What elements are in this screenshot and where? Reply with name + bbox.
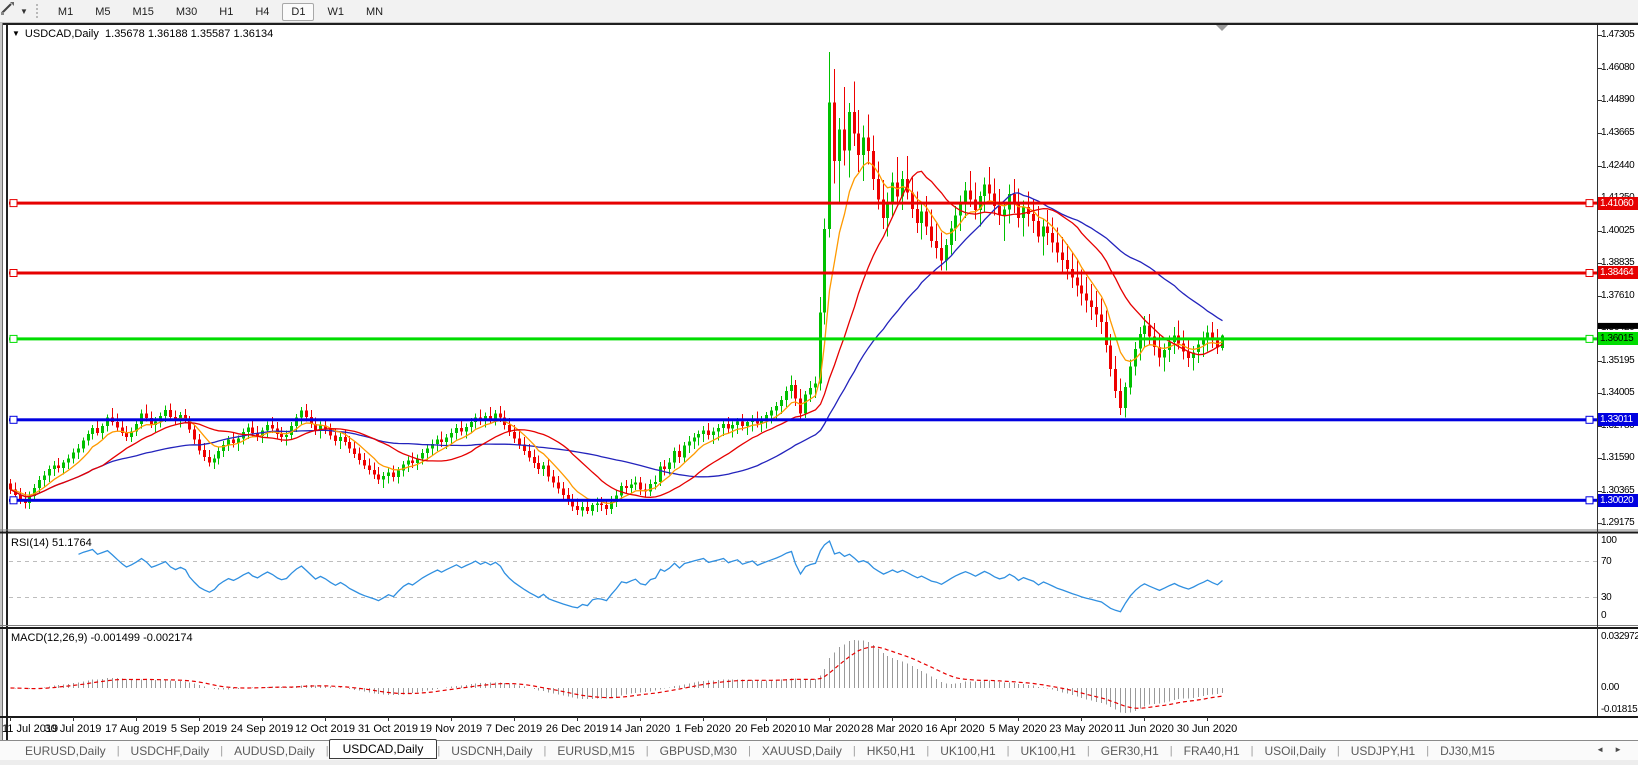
price-tick-label: 1.35195 [1601, 355, 1637, 366]
price-tick-label: 1.47305 [1601, 29, 1637, 40]
chart-tab-usdchf-daily[interactable]: USDCHF,Daily [120, 743, 221, 759]
date-label: 28 Mar 2020 [857, 723, 927, 735]
date-label: 24 Sep 2019 [227, 723, 297, 735]
date-label: 31 Oct 2019 [353, 723, 423, 735]
date-label: 5 May 2020 [983, 723, 1053, 735]
macd-level-label: 0.00 [1601, 682, 1637, 693]
date-label: 19 Nov 2019 [416, 723, 486, 735]
hline-price-label[interactable]: 1.30020 [1598, 494, 1638, 507]
date-label: 20 Feb 2020 [731, 723, 801, 735]
quote-line: ▼ USDCAD,Daily 1.35678 1.36188 1.35587 1.… [12, 28, 273, 40]
price-tick-label: 1.44890 [1601, 94, 1637, 105]
price-tick-label: 1.43665 [1601, 127, 1637, 138]
collapse-caret-icon[interactable]: ▼ [12, 29, 20, 38]
price-tick-label: 1.40025 [1601, 225, 1637, 236]
price-tick-label: 1.46080 [1601, 62, 1637, 73]
chart-canvas[interactable] [0, 0, 1638, 765]
date-label: 5 Sep 2019 [164, 723, 234, 735]
chart-tab-gbpusd-m30[interactable]: GBPUSD,M30 [649, 743, 748, 759]
price-tick-label: 1.31590 [1601, 452, 1637, 463]
date-label: 11 Jun 2020 [1109, 723, 1179, 735]
chart-tab-usdcnh-daily[interactable]: USDCNH,Daily [440, 743, 543, 759]
chart-tab-fra40-h1[interactable]: FRA40,H1 [1173, 743, 1251, 759]
tab-scroll-left-icon[interactable]: ◄ [1596, 745, 1614, 754]
price-tick-label: 1.34005 [1601, 387, 1637, 398]
chart-symbol-title: USDCAD,Daily [25, 28, 99, 40]
hline-price-label[interactable]: 1.33011 [1598, 413, 1638, 426]
tab-scroll-right-icon[interactable]: ► [1614, 745, 1632, 754]
chart-tab-usdjpy-h1[interactable]: USDJPY,H1 [1340, 743, 1426, 759]
rsi-level-label: 100 [1601, 535, 1637, 546]
date-label: 7 Dec 2019 [479, 723, 549, 735]
chart-tab-usdcad-daily[interactable]: USDCAD,Daily [329, 739, 438, 759]
chart-tab-xauusd-daily[interactable]: XAUUSD,Daily [751, 743, 853, 759]
chart-tab-uk100-h1[interactable]: UK100,H1 [929, 743, 1006, 759]
date-label: 16 Apr 2020 [920, 723, 990, 735]
rsi-indicator-label: RSI(14) 51.1764 [11, 537, 92, 549]
macd-indicator-label: MACD(12,26,9) -0.001499 -0.002174 [11, 632, 193, 644]
tab-scroll-arrows: ◄► [1596, 745, 1632, 754]
date-label: 10 Mar 2020 [794, 723, 864, 735]
hline-price-label[interactable]: 1.38464 [1598, 266, 1638, 279]
rsi-level-label: 30 [1601, 592, 1637, 603]
rsi-level-label: 70 [1601, 556, 1637, 567]
macd-level-label: 0.032972 [1601, 631, 1637, 642]
date-label: 12 Oct 2019 [290, 723, 360, 735]
price-tick-label: 1.29175 [1601, 517, 1637, 528]
date-label: 17 Aug 2019 [101, 723, 171, 735]
chart-tab-eurusd-daily[interactable]: EURUSD,Daily [14, 743, 117, 759]
date-label: 23 May 2020 [1046, 723, 1116, 735]
chart-tab-eurusd-m15[interactable]: EURUSD,M15 [546, 743, 645, 759]
date-label: 30 Jun 2020 [1172, 723, 1242, 735]
hline-price-label[interactable]: 1.41060 [1598, 197, 1638, 210]
macd-level-label: -0.01815 [1601, 704, 1637, 715]
chart-tab-usoil-daily[interactable]: USOil,Daily [1254, 743, 1337, 759]
price-tick-label: 1.42440 [1601, 160, 1637, 171]
chart-tab-uk100-h1[interactable]: UK100,H1 [1010, 743, 1087, 759]
price-tick-label: 1.37610 [1601, 290, 1637, 301]
mt4-window: { "toolbar": { "dropdown_caret": "▼", "t… [0, 0, 1638, 765]
chart-tab-dj30-m15[interactable]: DJ30,M15 [1429, 743, 1506, 759]
quote-ohlc-values: 1.35678 1.36188 1.35587 1.36134 [105, 28, 273, 40]
chart-tabs-bar: EURUSD,Daily|USDCHF,Daily|AUDUSD,Daily|U… [0, 741, 1638, 760]
date-label: 1 Feb 2020 [668, 723, 738, 735]
status-strip [0, 760, 1638, 765]
chart-tab-ger30-h1[interactable]: GER30,H1 [1090, 743, 1170, 759]
chart-tab-hk50-h1[interactable]: HK50,H1 [856, 743, 927, 759]
date-label: 26 Dec 2019 [542, 723, 612, 735]
chart-tab-audusd-daily[interactable]: AUDUSD,Daily [223, 743, 326, 759]
hline-price-label[interactable]: 1.36015 [1598, 332, 1638, 345]
rsi-level-label: 0 [1601, 610, 1637, 621]
date-label: 30 Jul 2019 [38, 723, 108, 735]
date-label: 14 Jan 2020 [605, 723, 675, 735]
